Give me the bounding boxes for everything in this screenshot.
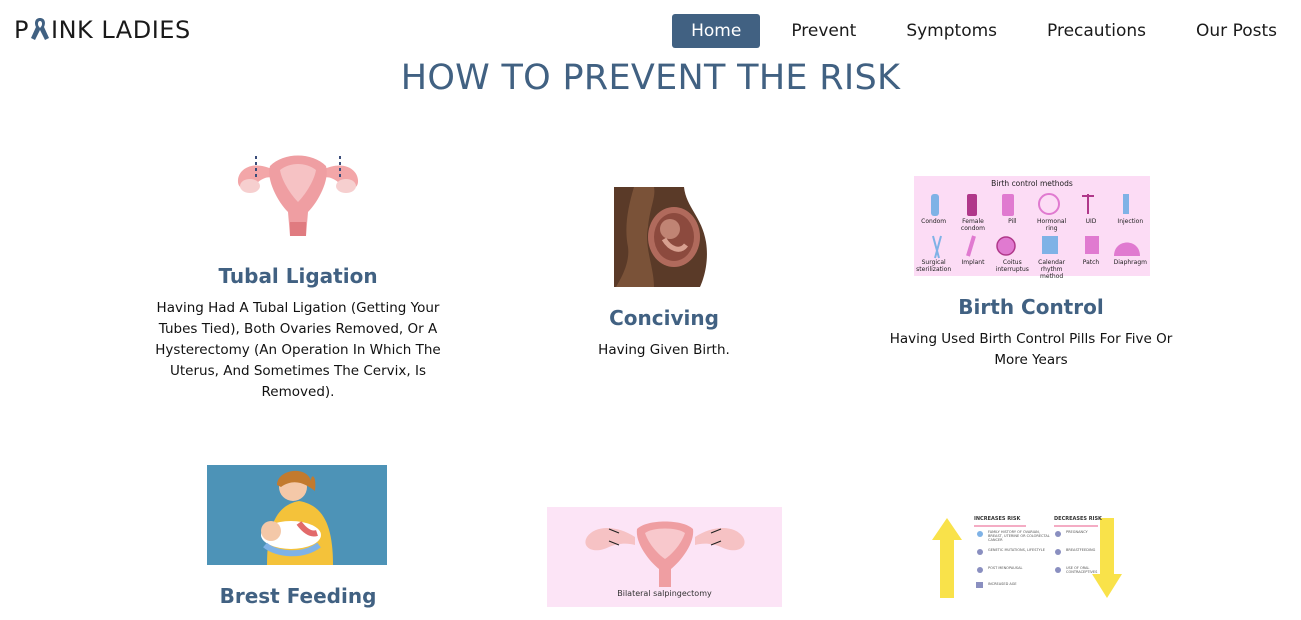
uterus-illustration: [234, 150, 362, 244]
increases-risk-heading: INCREASES RISK: [974, 516, 1021, 522]
breastfeeding-illustration: [207, 465, 387, 565]
card-title: Conciving: [609, 306, 719, 330]
card-text: Having Had A Tubal Ligation (Getting You…: [155, 300, 441, 400]
decreases-risk-heading: DECREASES RISK: [1054, 516, 1102, 522]
card-text: Having Used Birth Control Pills For Five…: [889, 331, 1173, 368]
decreases-risk-list: PREGNANCY BREASTFEEDING USE OF ORAL CONT…: [1066, 530, 1098, 574]
salpingectomy-caption: Bilateral salpingectomy: [617, 589, 712, 598]
card-tubal-ligation: Tubal Ligation Having Had A Tubal Ligati…: [146, 264, 450, 403]
methods-row-2: Surgical sterilization Implant Coitus in…: [916, 259, 1147, 280]
methods-row-1: Condom Female condom Pill Hormonal ring …: [921, 218, 1144, 232]
brand-name-prefix: P: [14, 16, 29, 44]
pregnancy-illustration: [614, 187, 716, 287]
nav-our-posts[interactable]: Our Posts: [1177, 14, 1296, 48]
nav-home[interactable]: Home: [672, 14, 761, 48]
nav-symptoms[interactable]: Symptoms: [887, 14, 1016, 48]
birth-control-methods-chart: Birth control methods Condom Female cond…: [914, 176, 1150, 280]
card-brest-feeding: Brest Feeding: [146, 584, 450, 608]
increases-risk-list: FAMILY HISTORY OF OVARIAN, BREAST, UTERI…: [988, 530, 1050, 586]
risk-factors-infographic: INCREASES RISK DECREASES RISK FAMILY HIS…: [930, 514, 1135, 600]
salpingectomy-illustration: Bilateral salpingectomy: [547, 507, 782, 607]
ribbon-icon: [29, 16, 51, 42]
card-text: Having Given Birth.: [598, 342, 730, 358]
card-conciving: Conciving Having Given Birth.: [514, 306, 814, 361]
page-title: HOW TO PREVENT THE RISK: [400, 58, 901, 98]
card-title: Brest Feeding: [219, 584, 377, 608]
nav-precautions[interactable]: Precautions: [1028, 14, 1165, 48]
main-nav: Home Prevent Symptoms Precautions Our Po…: [660, 14, 1296, 48]
brand-logo[interactable]: P INK LADIES: [14, 16, 191, 44]
card-title: Tubal Ligation: [218, 264, 378, 288]
nav-prevent[interactable]: Prevent: [772, 14, 875, 48]
brand-name-suffix: INK LADIES: [50, 16, 191, 44]
card-birth-control: Birth Control Having Used Birth Control …: [880, 295, 1182, 371]
card-title: Birth Control: [958, 295, 1104, 319]
